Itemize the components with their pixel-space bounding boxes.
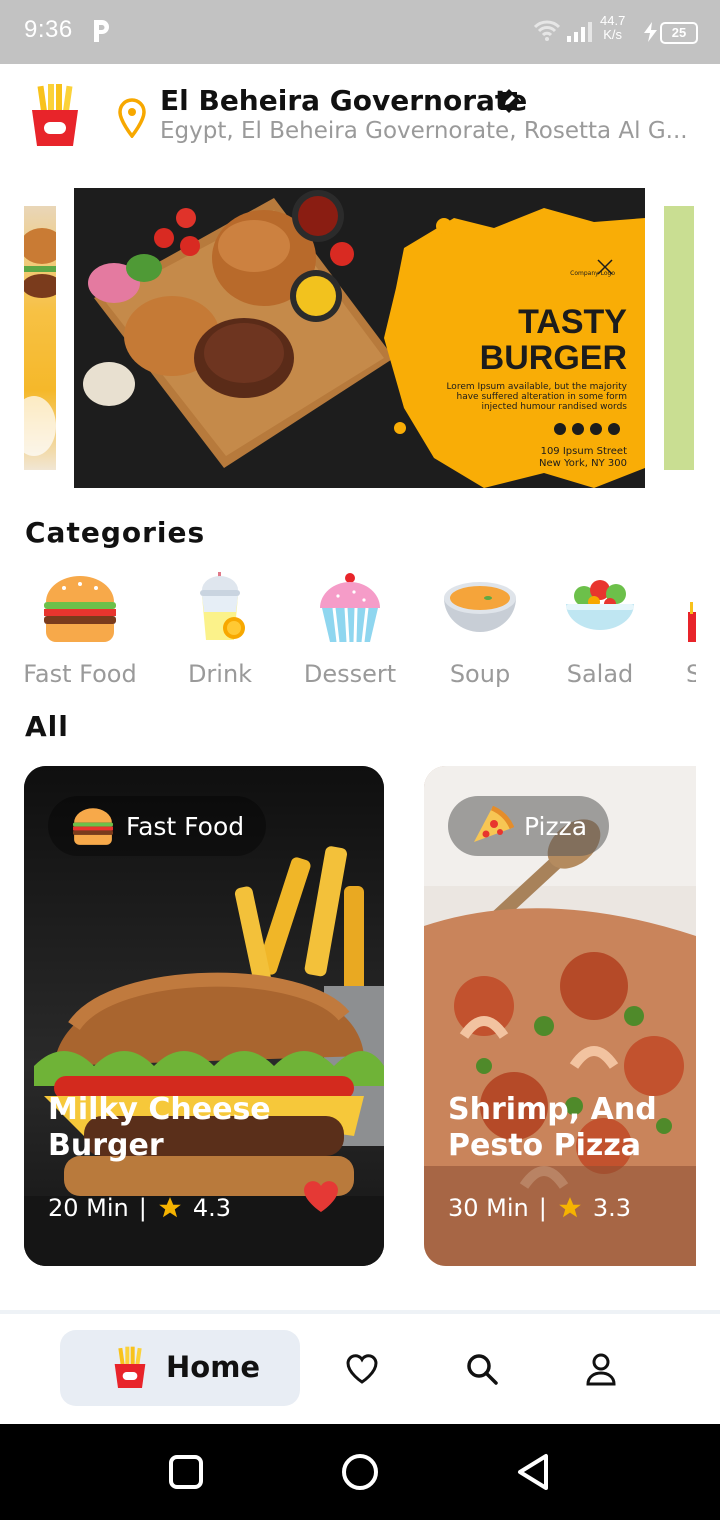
category-drink[interactable]: Drink	[160, 572, 280, 688]
banner-headline-line1: TASTY	[518, 303, 627, 341]
food-card-shrimp-pesto-pizza[interactable]: Pizza Shrimp, And Pesto Pizza 30 Min | 3…	[424, 766, 696, 1266]
profile-icon[interactable]	[584, 1352, 618, 1386]
category-dessert[interactable]: Dessert	[290, 572, 410, 688]
burger-icon	[73, 808, 113, 845]
battery-level: 25	[660, 22, 698, 44]
back-icon[interactable]	[516, 1452, 552, 1492]
fries-icon	[688, 602, 696, 642]
card-tag-label: Fast Food	[126, 811, 245, 841]
parking-app-icon	[94, 20, 109, 42]
favorite-heart-icon[interactable]	[302, 1178, 340, 1214]
category-more-peek[interactable]: S	[682, 572, 696, 682]
banner-next-peek[interactable]	[664, 206, 694, 470]
fries-logo-icon	[32, 84, 78, 146]
banner-prev-peek[interactable]	[24, 206, 56, 470]
card-meta: 30 Min | 3.3	[448, 1194, 631, 1222]
status-bar: 9:36 44.7 K/s 25	[0, 0, 720, 64]
food-card-milky-cheese-burger[interactable]: Fast Food Milky Cheese Burger 20 Min | 4…	[24, 766, 384, 1266]
category-label: Drink	[187, 660, 253, 688]
signal-icon	[567, 22, 592, 42]
location-title[interactable]: El Beheira Governorate	[160, 84, 527, 117]
wifi-icon	[534, 20, 560, 41]
card-separator: |	[538, 1194, 547, 1222]
categories-title: Categories	[25, 516, 206, 549]
net-speed-unit: K/s	[603, 27, 623, 42]
card-meta: 20 Min | 4.3	[48, 1194, 231, 1222]
category-label: S	[686, 660, 696, 682]
card-time: 20 Min	[48, 1194, 129, 1222]
card-title: Milky Cheese Burger	[48, 1092, 271, 1163]
category-fast-food[interactable]: Fast Food	[20, 572, 140, 688]
promo-banner[interactable]: Company Logo TASTY BURGER Lorem Ipsum av…	[74, 188, 645, 488]
card-rating: 4.3	[192, 1194, 232, 1222]
banner-address-line1: 109 Ipsum Street	[540, 446, 627, 457]
category-soup[interactable]: Soup	[420, 572, 540, 688]
net-speed-value: 44.7	[600, 13, 626, 28]
system-navigation-bar	[0, 1424, 720, 1520]
charging-icon	[644, 22, 657, 42]
card-tag-label: Pizza	[524, 811, 588, 841]
pizza-icon	[474, 806, 514, 842]
banner-address-line2: New York, NY 300	[538, 458, 627, 469]
category-salad[interactable]: Salad	[540, 572, 660, 688]
search-icon[interactable]	[465, 1352, 499, 1386]
banner-body-text: Lorem Ipsum available, but the majority …	[446, 382, 627, 412]
category-label: Soup	[449, 660, 511, 688]
recents-icon[interactable]	[168, 1454, 204, 1490]
banner-headline-line2: BURGER	[479, 339, 627, 377]
banner-company-logo: Company Logo	[570, 270, 615, 277]
heart-icon[interactable]	[345, 1352, 379, 1386]
card-category-tag: Fast Food	[48, 796, 267, 856]
card-separator: |	[138, 1194, 147, 1222]
network-speed: 44.7 K/s	[600, 14, 625, 42]
star-icon	[159, 1197, 181, 1218]
soup-icon	[444, 582, 516, 632]
location-pin-icon	[118, 98, 146, 138]
burger-photo-icon	[24, 228, 56, 456]
home-fries-icon	[114, 1346, 146, 1388]
location-subtitle[interactable]: Egypt, El Beheira Governorate, Rosetta A…	[160, 118, 690, 144]
card-title: Shrimp, And Pesto Pizza	[448, 1092, 657, 1163]
drink-icon	[200, 572, 245, 640]
home-button-icon[interactable]	[340, 1452, 380, 1492]
nav-home-label[interactable]: Home	[166, 1350, 260, 1384]
salad-icon	[566, 580, 634, 630]
category-label: Fast Food	[23, 660, 137, 688]
card-time: 30 Min	[448, 1194, 529, 1222]
all-title: All	[25, 710, 69, 743]
category-label: Dessert	[303, 660, 397, 688]
category-label: Salad	[566, 660, 634, 688]
card-category-tag: Pizza	[448, 796, 610, 856]
burger-icon	[44, 576, 116, 642]
card-rating: 3.3	[592, 1194, 632, 1222]
status-time: 9:36	[24, 16, 73, 43]
star-icon	[559, 1197, 581, 1218]
edit-location-icon[interactable]	[496, 88, 522, 114]
banner-address: 109 Ipsum Street New York, NY 300	[507, 446, 627, 470]
cupcake-icon	[320, 573, 380, 643]
banner-headline: TASTY BURGER	[480, 304, 627, 376]
